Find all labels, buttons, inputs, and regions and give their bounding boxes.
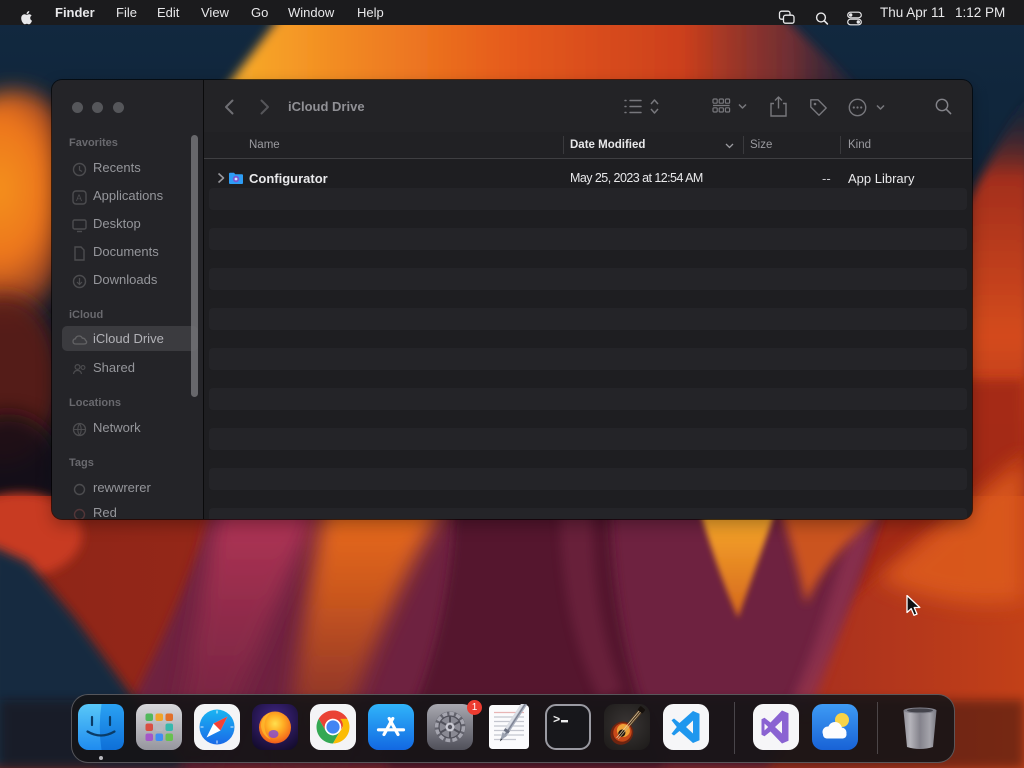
svg-text:>: > [553, 713, 560, 727]
svg-text:A: A [76, 193, 82, 203]
